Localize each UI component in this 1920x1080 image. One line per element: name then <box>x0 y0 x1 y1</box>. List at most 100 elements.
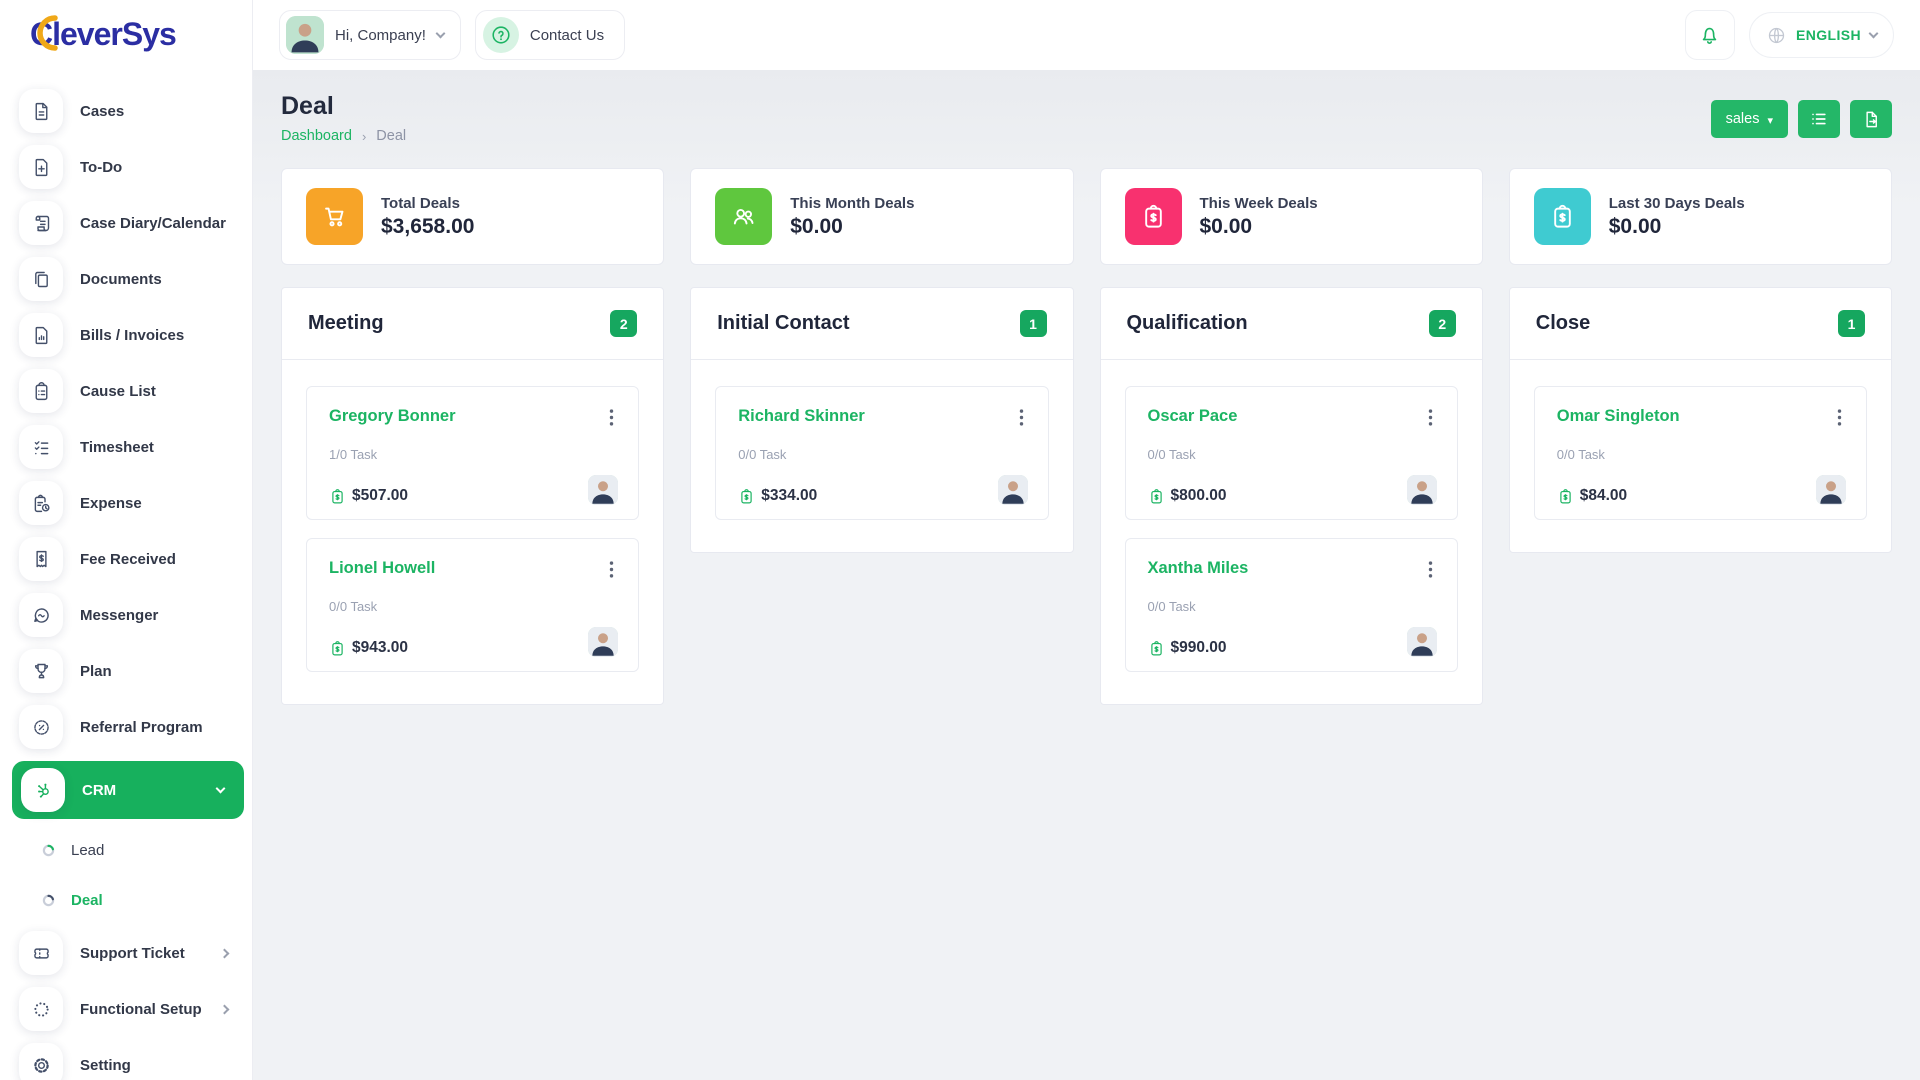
sidebar-item-cases[interactable]: Cases <box>0 83 252 139</box>
stat-value: $0.00 <box>790 215 914 239</box>
stat-value: $3,658.00 <box>381 215 474 239</box>
user-greeting: Hi, Company! <box>335 27 426 44</box>
sidebar-item-messenger[interactable]: Messenger <box>0 587 252 643</box>
kebab-menu-icon[interactable] <box>1424 407 1437 428</box>
ring-icon <box>42 844 55 857</box>
kebab-menu-icon[interactable] <box>605 559 618 580</box>
app-root: CleverSys Cases To-Do Case Diary/ <box>0 0 1920 1080</box>
sidebar-item-label: To-Do <box>80 159 122 176</box>
sidebar-item-bills-invoices[interactable]: Bills / Invoices <box>0 307 252 363</box>
sidebar-item-label: Documents <box>80 271 162 288</box>
deal-name-link[interactable]: Oscar Pace <box>1148 407 1238 426</box>
stat-label: Last 30 Days Deals <box>1609 195 1745 212</box>
deal-owner-avatar <box>588 475 618 505</box>
sidebar-item-referral-program[interactable]: Referral Program <box>0 699 252 755</box>
scroll-icon <box>19 201 63 245</box>
trophy-icon <box>19 649 63 693</box>
money-clipboard-icon <box>329 488 346 505</box>
sidebar-item-label: Timesheet <box>80 439 154 456</box>
page-toolbar: sales ▾ <box>1711 100 1892 138</box>
content-area: Hi, Company! Contact Us ENGLISH <box>253 0 1920 1080</box>
sidebar-item-documents[interactable]: Documents <box>0 251 252 307</box>
kanban-column-initial-contact: Initial Contact 1 Richard Skinner 0/0 Ta… <box>690 287 1073 553</box>
badge-percent-icon <box>19 705 63 749</box>
deal-amount: $334.00 <box>761 487 817 505</box>
sidebar-item-case-diary[interactable]: Case Diary/Calendar <box>0 195 252 251</box>
contact-us-button[interactable]: Contact Us <box>475 10 625 60</box>
copy-icon <box>19 257 63 301</box>
sales-dropdown-button[interactable]: sales ▾ <box>1711 100 1788 138</box>
sidebar-item-deal[interactable]: Deal <box>0 875 252 925</box>
deal-task-count: 0/0 Task <box>1148 447 1437 462</box>
breadcrumb: Dashboard › Deal <box>281 128 406 144</box>
sidebar-item-label: Bills / Invoices <box>80 327 184 344</box>
breadcrumb-dashboard-link[interactable]: Dashboard <box>281 128 352 144</box>
user-menu[interactable]: Hi, Company! <box>279 10 461 60</box>
kebab-menu-icon[interactable] <box>1424 559 1437 580</box>
crm-network-icon <box>21 768 65 812</box>
language-selector[interactable]: ENGLISH <box>1749 12 1894 58</box>
sidebar-item-crm[interactable]: CRM <box>12 761 244 819</box>
chevron-down-icon <box>435 29 445 39</box>
stats-row: Total Deals $3,658.00 This Month Deals $… <box>253 162 1920 265</box>
deal-name-link[interactable]: Xantha Miles <box>1148 559 1249 578</box>
ring-icon <box>42 894 55 907</box>
language-label: ENGLISH <box>1796 27 1861 43</box>
deal-owner-avatar <box>1407 475 1437 505</box>
money-clipboard-icon <box>738 488 755 505</box>
deal-name-link[interactable]: Gregory Bonner <box>329 407 456 426</box>
user-avatar <box>286 16 324 54</box>
deal-amount-row: $84.00 <box>1557 487 1627 505</box>
chevron-right-icon <box>220 948 230 958</box>
sidebar-item-todo[interactable]: To-Do <box>0 139 252 195</box>
sidebar-item-support-ticket[interactable]: Support Ticket <box>0 925 252 981</box>
deal-task-count: 0/0 Task <box>1148 599 1437 614</box>
sidebar-item-label: Messenger <box>80 607 158 624</box>
column-count-badge: 1 <box>1838 310 1865 337</box>
sidebar-item-label: Referral Program <box>80 719 203 736</box>
contact-us-label: Contact Us <box>530 27 604 44</box>
deal-task-count: 1/0 Task <box>329 447 618 462</box>
export-button[interactable] <box>1850 100 1892 138</box>
question-circle-icon <box>483 17 519 53</box>
sidebar-item-functional-setup[interactable]: Functional Setup <box>0 981 252 1037</box>
checklist-icon <box>19 425 63 469</box>
kebab-menu-icon[interactable] <box>1015 407 1028 428</box>
sidebar-item-setting[interactable]: Setting <box>0 1037 252 1080</box>
sidebar-item-plan[interactable]: Plan <box>0 643 252 699</box>
column-header: Close 1 <box>1510 288 1891 359</box>
notification-button[interactable] <box>1685 10 1735 60</box>
kanban-column-meeting: Meeting 2 Gregory Bonner 1/0 Task <box>281 287 664 705</box>
sidebar-item-label: Setting <box>80 1057 131 1074</box>
sidebar-item-lead[interactable]: Lead <box>0 825 252 875</box>
sales-label: sales <box>1726 111 1760 127</box>
brand-logo[interactable]: CleverSys <box>30 16 176 53</box>
sidebar: CleverSys Cases To-Do Case Diary/ <box>0 0 253 1080</box>
deal-name-link[interactable]: Lionel Howell <box>329 559 435 578</box>
list-view-button[interactable] <box>1798 100 1840 138</box>
kanban-column-qualification: Qualification 2 Oscar Pace 0/0 Task <box>1100 287 1483 705</box>
cart-icon <box>306 188 363 245</box>
main-area: Deal Dashboard › Deal sales ▾ <box>253 70 1920 1080</box>
breadcrumb-current: Deal <box>376 128 406 144</box>
ticket-icon <box>19 931 63 975</box>
deal-amount: $84.00 <box>1580 487 1627 505</box>
deal-name-link[interactable]: Richard Skinner <box>738 407 865 426</box>
kanban-board: Meeting 2 Gregory Bonner 1/0 Task <box>253 265 1920 735</box>
sidebar-item-cause-list[interactable]: Cause List <box>0 363 252 419</box>
sidebar-item-label: Deal <box>71 892 103 909</box>
deal-name-link[interactable]: Omar Singleton <box>1557 407 1680 426</box>
deal-amount: $800.00 <box>1171 487 1227 505</box>
money-clipboard-icon <box>329 640 346 657</box>
sidebar-item-label: Functional Setup <box>80 1001 202 1018</box>
stat-label: This Week Deals <box>1200 195 1318 212</box>
deal-amount: $990.00 <box>1171 639 1227 657</box>
sidebar-item-timesheet[interactable]: Timesheet <box>0 419 252 475</box>
sidebar-item-expense[interactable]: Expense <box>0 475 252 531</box>
kebab-menu-icon[interactable] <box>1833 407 1846 428</box>
chevron-down-icon <box>1869 29 1879 39</box>
stat-card-this-month-deals: This Month Deals $0.00 <box>690 168 1073 265</box>
deal-amount-row: $990.00 <box>1148 639 1227 657</box>
sidebar-item-fee-received[interactable]: Fee Received <box>0 531 252 587</box>
kebab-menu-icon[interactable] <box>605 407 618 428</box>
